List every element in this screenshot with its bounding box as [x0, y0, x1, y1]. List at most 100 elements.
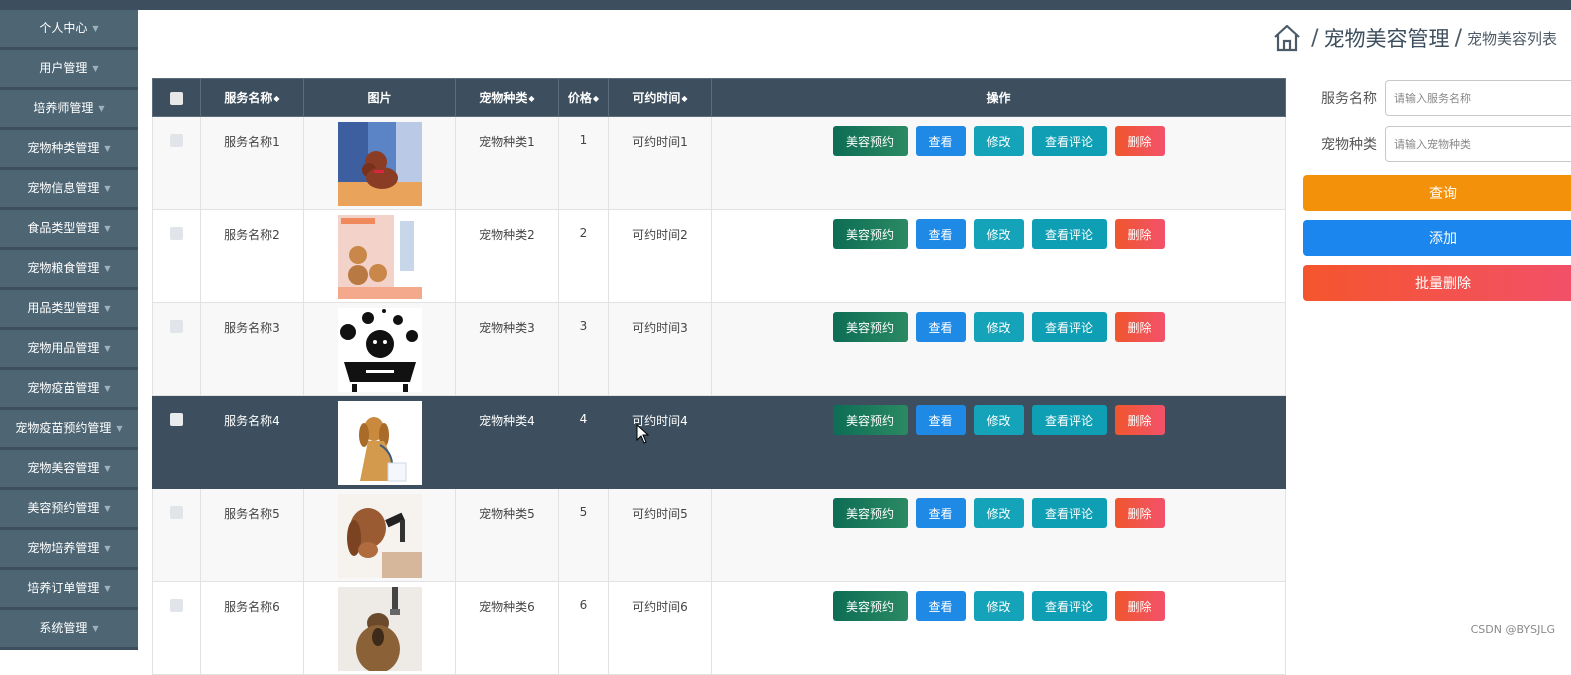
view-button[interactable]: 查看 [915, 219, 966, 249]
header-pet-species[interactable]: 宠物种类◆ [455, 78, 559, 117]
sort-icon[interactable]: ◆ [528, 94, 534, 103]
row-checkbox[interactable] [170, 227, 183, 240]
view-reviews-button[interactable]: 查看评论 [1031, 498, 1107, 528]
sort-icon[interactable]: ◆ [593, 94, 599, 103]
available-time-cell: 可约时间2 [608, 209, 712, 303]
view-button[interactable]: 查看 [915, 312, 966, 342]
pet-species-search-input[interactable] [1385, 126, 1571, 162]
view-reviews-button[interactable]: 查看评论 [1031, 591, 1107, 621]
service-name-cell: 服务名称1 [200, 116, 304, 210]
image-cell [303, 581, 456, 675]
sidebar-item-label: 用户管理 [39, 61, 88, 75]
row-select-cell [152, 209, 201, 303]
row-checkbox[interactable] [170, 506, 183, 519]
delete-button[interactable]: 删除 [1114, 591, 1165, 621]
pet-species-cell: 宠物种类4 [455, 395, 559, 489]
service-name-cell: 服务名称5 [200, 488, 304, 582]
sidebar-item-label: 用品类型管理 [27, 301, 100, 315]
header-service-name[interactable]: 服务名称◆ [200, 78, 304, 117]
sidebar-item-supply-type[interactable]: 用品类型管理 ▼ [0, 290, 138, 330]
row-checkbox[interactable] [170, 320, 183, 333]
book-grooming-button[interactable]: 美容预约 [832, 312, 908, 342]
sidebar-item-training-orders[interactable]: 培养订单管理 ▼ [0, 570, 138, 610]
pet-species-cell: 宠物种类2 [455, 209, 559, 303]
sidebar-item-pet-grooming[interactable]: 宠物美容管理 ▼ [0, 450, 138, 490]
sidebar-item-trainer-management[interactable]: 培养师管理 ▼ [0, 90, 138, 130]
sort-icon[interactable]: ◆ [681, 94, 687, 103]
delete-button[interactable]: 删除 [1114, 126, 1165, 156]
query-button[interactable]: 查询 [1303, 175, 1571, 211]
sidebar-item-label: 个人中心 [39, 21, 88, 35]
table-row: 服务名称2 宠物种类2 2 可约时间2 美容预约 查看 修改 查看评论 删除 [152, 209, 1286, 303]
sidebar-item-label: 宠物种类管理 [27, 141, 100, 155]
sidebar-item-pet-supplies[interactable]: 宠物用品管理 ▼ [0, 330, 138, 370]
edit-button[interactable]: 修改 [973, 405, 1024, 435]
dog-grooming-photo [337, 494, 422, 578]
sidebar-item-grooming-booking[interactable]: 美容预约管理 ▼ [0, 490, 138, 530]
book-grooming-button[interactable]: 美容预约 [832, 219, 908, 249]
sidebar-item-pet-training[interactable]: 宠物培养管理 ▼ [0, 530, 138, 570]
row-select-cell [152, 488, 201, 582]
sidebar-item-pet-vaccine[interactable]: 宠物疫苗管理 ▼ [0, 370, 138, 410]
view-reviews-button[interactable]: 查看评论 [1031, 405, 1107, 435]
sidebar-item-pet-info[interactable]: 宠物信息管理 ▼ [0, 170, 138, 210]
batch-delete-button[interactable]: 批量删除 [1303, 265, 1571, 301]
view-button[interactable]: 查看 [915, 591, 966, 621]
edit-button[interactable]: 修改 [973, 498, 1024, 528]
sidebar-item-label: 宠物美容管理 [27, 461, 100, 475]
row-checkbox[interactable] [170, 134, 183, 147]
sort-icon[interactable]: ◆ [273, 94, 279, 103]
actions-cell: 美容预约 查看 修改 查看评论 删除 [711, 116, 1286, 210]
header-available-time[interactable]: 可约时间◆ [608, 78, 712, 117]
delete-button[interactable]: 删除 [1114, 219, 1165, 249]
header-price[interactable]: 价格◆ [558, 78, 609, 117]
sidebar-item-system-management[interactable]: 系统管理 ▼ [0, 610, 138, 650]
image-cell [303, 488, 456, 582]
sidebar-item-user-management[interactable]: 用户管理 ▼ [0, 50, 138, 90]
sidebar: 个人中心 ▼ 用户管理 ▼ 培养师管理 ▼ 宠物种类管理 ▼ 宠物信息管理 ▼ 食品类型管… [0, 10, 138, 650]
sidebar-item-pet-species[interactable]: 宠物种类管理 ▼ [0, 130, 138, 170]
add-button[interactable]: 添加 [1303, 220, 1571, 256]
book-grooming-button[interactable]: 美容预约 [832, 405, 908, 435]
chevron-down-icon: ▼ [104, 144, 111, 153]
view-reviews-button[interactable]: 查看评论 [1031, 312, 1107, 342]
actions-cell: 美容预约 查看 修改 查看评论 删除 [711, 302, 1286, 396]
chevron-down-icon: ▼ [98, 104, 105, 113]
view-button[interactable]: 查看 [915, 405, 966, 435]
sidebar-item-vaccine-booking[interactable]: 宠物疫苗预约管理 ▼ [0, 410, 138, 450]
sidebar-item-label: 宠物信息管理 [27, 181, 100, 195]
header-image: 图片 [303, 78, 456, 117]
row-checkbox[interactable] [170, 599, 183, 612]
delete-button[interactable]: 删除 [1114, 498, 1165, 528]
sidebar-item-food-type[interactable]: 食品类型管理 ▼ [0, 210, 138, 250]
delete-button[interactable]: 删除 [1114, 312, 1165, 342]
sidebar-item-personal-center[interactable]: 个人中心 ▼ [0, 10, 138, 50]
header-select-all[interactable] [152, 78, 201, 117]
delete-button[interactable]: 删除 [1114, 405, 1165, 435]
book-grooming-button[interactable]: 美容预约 [832, 591, 908, 621]
breadcrumb-separator: / [1311, 25, 1319, 51]
service-name-search-input[interactable] [1385, 80, 1571, 116]
sidebar-item-pet-food[interactable]: 宠物粮食管理 ▼ [0, 250, 138, 290]
edit-button[interactable]: 修改 [973, 312, 1024, 342]
price-cell: 2 [558, 209, 609, 303]
view-reviews-button[interactable]: 查看评论 [1031, 219, 1107, 249]
chevron-down-icon: ▼ [104, 384, 111, 393]
edit-button[interactable]: 修改 [973, 591, 1024, 621]
row-select-cell [152, 116, 201, 210]
select-all-checkbox[interactable] [170, 91, 183, 105]
pet-species-search-row: 宠物种类 [1303, 126, 1571, 164]
book-grooming-button[interactable]: 美容预约 [832, 498, 908, 528]
home-icon[interactable] [1272, 23, 1302, 53]
breadcrumb-module[interactable]: 宠物美容管理 [1324, 23, 1450, 53]
breadcrumb: / 宠物美容管理 / 宠物美容列表 [1272, 20, 1557, 56]
book-grooming-button[interactable]: 美容预约 [832, 126, 908, 156]
row-checkbox[interactable] [170, 413, 183, 426]
view-button[interactable]: 查看 [915, 498, 966, 528]
edit-button[interactable]: 修改 [973, 219, 1024, 249]
sidebar-item-label: 宠物培养管理 [27, 541, 100, 555]
view-button[interactable]: 查看 [915, 126, 966, 156]
edit-button[interactable]: 修改 [973, 126, 1024, 156]
actions-cell: 美容预约 查看 修改 查看评论 删除 [711, 581, 1286, 675]
view-reviews-button[interactable]: 查看评论 [1031, 126, 1107, 156]
